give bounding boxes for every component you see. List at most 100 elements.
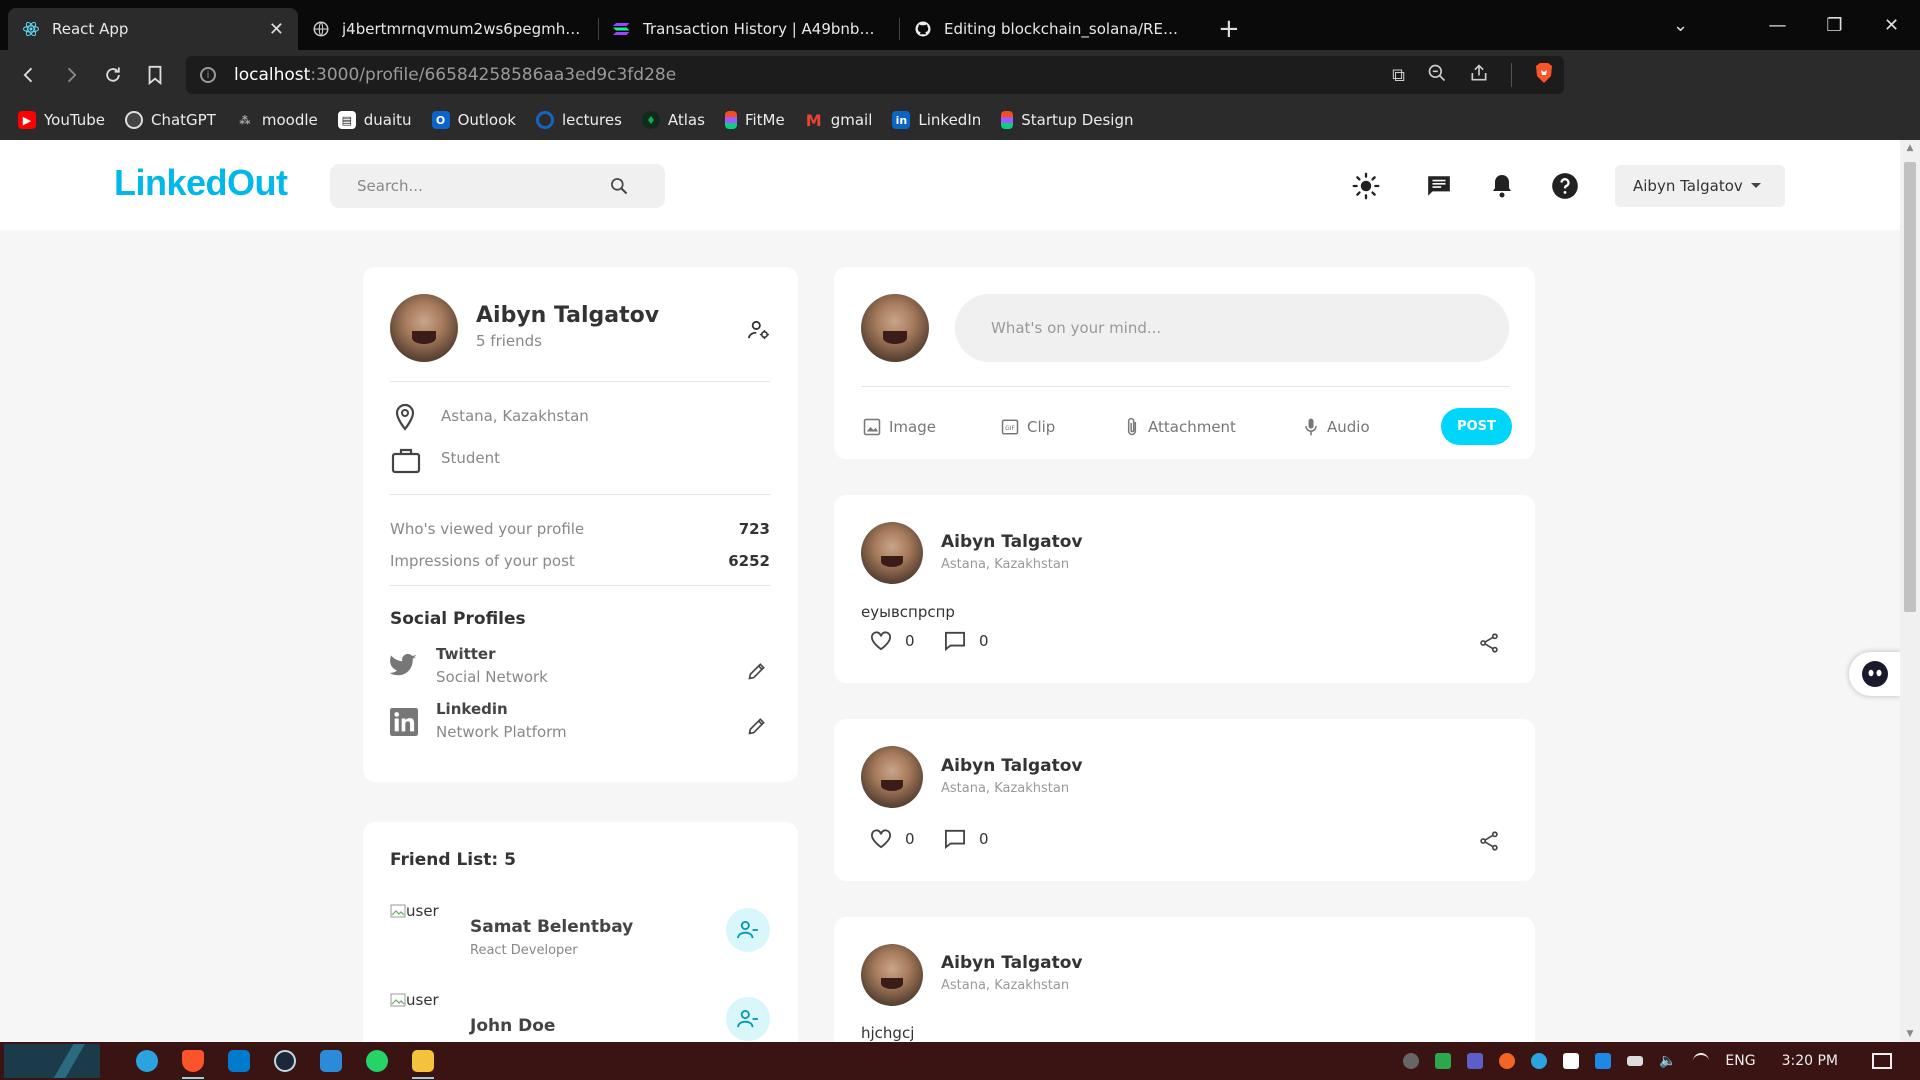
app-tray-icon[interactable] [1499, 1053, 1516, 1069]
clock[interactable]: 3:20 PM [1782, 1053, 1838, 1069]
volume-icon[interactable]: 🔈 [1659, 1053, 1677, 1069]
avatar[interactable] [861, 944, 923, 1006]
page-scrollbar[interactable]: ▲ ▼ [1900, 140, 1920, 1042]
bookmark-outlook[interactable]: O Outlook [431, 111, 516, 129]
tab-search-icon[interactable]: ⌄ [1652, 15, 1709, 36]
bookmark-youtube[interactable]: ▶ YouTube [18, 111, 105, 129]
edit-pencil-icon[interactable] [747, 716, 767, 740]
vscode-icon[interactable] [220, 1042, 258, 1080]
avatar[interactable] [861, 522, 923, 584]
share-icon[interactable] [1479, 633, 1499, 657]
nvidia-icon[interactable] [1435, 1053, 1452, 1069]
telegram-icon[interactable] [128, 1042, 166, 1080]
like-button[interactable]: 0 [870, 829, 915, 849]
zoom-icon[interactable] [1427, 63, 1447, 88]
search-input[interactable] [357, 177, 597, 195]
brave-icon[interactable] [174, 1042, 212, 1080]
scroll-down-arrow-icon[interactable]: ▼ [1900, 1029, 1920, 1039]
tab-react-app[interactable]: React App ✕ [8, 8, 298, 50]
scroll-up-arrow-icon[interactable]: ▲ [1900, 143, 1920, 153]
profile-name[interactable]: Aibyn Talgatov [476, 303, 659, 328]
telegram-tray-icon[interactable] [1531, 1053, 1548, 1069]
avatar[interactable] [861, 746, 923, 808]
tab-github[interactable]: Editing blockchain_solana/README. [900, 8, 1200, 50]
remove-friend-button[interactable] [726, 908, 770, 952]
logo[interactable]: LinkedOut [114, 162, 288, 204]
help-icon[interactable] [1549, 170, 1581, 202]
info-icon[interactable]: i [200, 67, 216, 83]
like-count: 0 [905, 830, 915, 848]
friend-subtitle: React Developer [470, 943, 578, 958]
post-button[interactable]: POST [1441, 408, 1512, 445]
reload-icon [106, 67, 120, 82]
avatar[interactable] [390, 294, 458, 362]
brave-shield-icon[interactable] [1534, 62, 1554, 89]
add-audio-button[interactable]: Audio [1303, 408, 1370, 445]
minimize-button[interactable]: — [1749, 15, 1806, 36]
add-clip-button[interactable]: GIF Clip [1001, 408, 1055, 445]
friend-name[interactable]: John Doe [470, 1016, 555, 1036]
remove-friend-button[interactable] [726, 997, 770, 1041]
security-shield-icon[interactable] [1563, 1053, 1580, 1069]
steam-icon[interactable] [266, 1042, 304, 1080]
bookmark-startup-design[interactable]: Startup Design [1001, 111, 1134, 129]
bookmark-moodle[interactable]: ⁂ moodle [236, 111, 318, 129]
app-l-icon[interactable] [312, 1042, 350, 1080]
post-author-name[interactable]: Aibyn Talgatov [941, 953, 1083, 973]
language-indicator[interactable]: ENG [1725, 1053, 1755, 1069]
tab-transaction-history[interactable]: Transaction History | A49bnbUoUqS [599, 8, 899, 50]
reload-button[interactable] [92, 55, 134, 95]
close-icon[interactable]: ✕ [269, 19, 284, 40]
comment-button[interactable]: 0 [944, 829, 989, 849]
assistant-bubble-button[interactable] [1849, 652, 1900, 696]
theme-toggle-sun-icon[interactable] [1350, 170, 1382, 202]
file-explorer-icon[interactable] [404, 1042, 442, 1080]
share-icon[interactable] [1469, 63, 1489, 88]
tab-ipfs[interactable]: j4bertmrnqvmum2ws6pegmhwoye5 [298, 8, 598, 50]
page-viewport: LinkedOut Aibyn Talgatov Aibyn Talgatov … [0, 140, 1900, 1042]
bookmark-lectures[interactable]: lectures [535, 111, 622, 129]
url-bar[interactable]: i localhost:3000/profile/66584258586aa3e… [186, 56, 1564, 94]
option-label: Clip [1027, 417, 1056, 436]
new-tab-button[interactable]: + [1200, 8, 1258, 50]
bookmark-duaitu[interactable]: ▤ duaitu [337, 111, 412, 129]
bookmark-chatgpt[interactable]: ChatGPT [125, 111, 216, 129]
bookmark-gmail[interactable]: Mgmail [805, 111, 873, 130]
edit-pencil-icon[interactable] [747, 661, 767, 685]
bookmark-atlas[interactable]: ♦ Atlas [641, 111, 705, 129]
back-button[interactable] [8, 55, 50, 95]
url-actions: ⧉ [1392, 56, 1554, 94]
like-button[interactable]: 0 [870, 631, 915, 651]
messages-icon[interactable] [1423, 170, 1455, 202]
bookmark-fitme[interactable]: FitMe [724, 111, 785, 129]
add-attachment-button[interactable]: Attachment [1124, 408, 1236, 445]
bookmark-button[interactable] [134, 55, 176, 95]
post-author-name[interactable]: Aibyn Talgatov [941, 532, 1083, 552]
user-menu-dropdown[interactable]: Aibyn Talgatov [1615, 165, 1785, 207]
notifications-bell-icon[interactable] [1486, 170, 1518, 202]
forward-button[interactable] [50, 55, 92, 95]
restore-button[interactable]: ❐ [1806, 15, 1863, 36]
post-author-name[interactable]: Aibyn Talgatov [941, 756, 1083, 776]
battery-icon[interactable] [1627, 1056, 1644, 1066]
comment-button[interactable]: 0 [944, 631, 989, 651]
bookmark-linkedin[interactable]: in LinkedIn [892, 111, 981, 129]
bluetooth-icon[interactable] [1595, 1053, 1612, 1069]
open-external-icon[interactable]: ⧉ [1392, 65, 1405, 86]
add-image-button[interactable]: Image [863, 408, 936, 445]
teams-icon[interactable] [1467, 1053, 1484, 1069]
search-icon[interactable] [609, 176, 629, 200]
impressions-value: 6252 [728, 552, 770, 570]
whatsapp-icon[interactable] [358, 1042, 396, 1080]
share-icon[interactable] [1479, 831, 1499, 855]
post-text-input[interactable] [991, 319, 1471, 337]
wifi-icon[interactable] [1693, 1053, 1710, 1069]
close-window-button[interactable]: ✕ [1863, 15, 1920, 36]
notification-center-icon[interactable] [1872, 1053, 1892, 1069]
scrollbar-thumb[interactable] [1904, 162, 1916, 612]
manage-account-icon[interactable] [748, 320, 770, 344]
broken-image-icon [390, 904, 406, 918]
friend-name[interactable]: Samat Belentbay [470, 917, 633, 937]
cloud-icon[interactable] [1403, 1053, 1420, 1069]
option-label: Audio [1327, 417, 1370, 436]
